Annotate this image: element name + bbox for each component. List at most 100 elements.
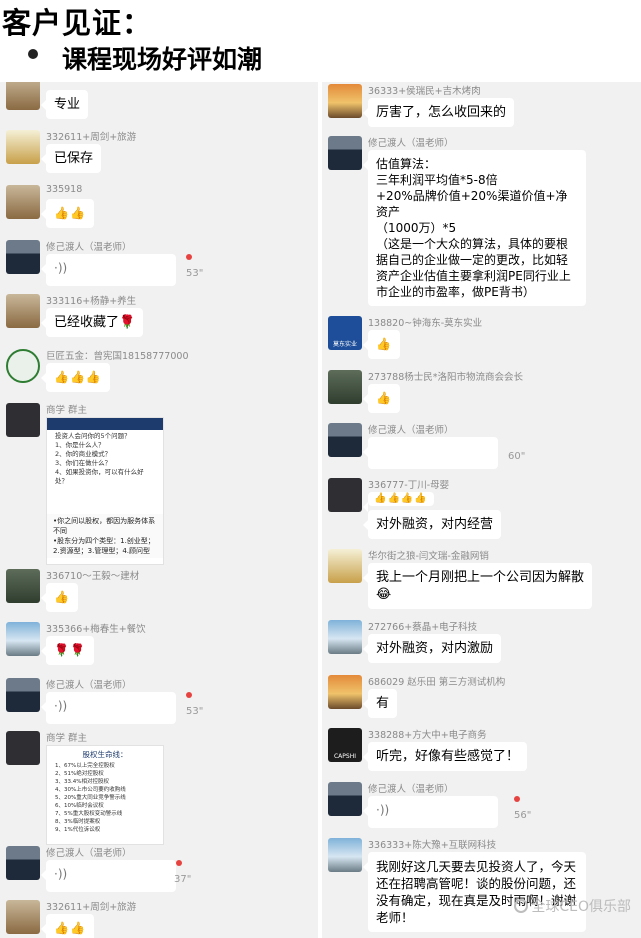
avatar[interactable]: [6, 846, 40, 880]
sender-name: 修己渡人（温老师）: [46, 242, 132, 253]
wechat-icon: [514, 899, 529, 913]
voice-message[interactable]: ·)): [363, 796, 498, 828]
sender-name: 修己渡人（温老师）: [368, 425, 454, 436]
message-bubble[interactable]: 🌹🌹: [41, 636, 94, 665]
chat-message: 修己渡人（温老师） 估值算法： 三年利润平均值*5-8倍 +20%品牌价值+20…: [328, 136, 637, 306]
message-bubble[interactable]: 对外融资，对内激励: [362, 634, 502, 663]
message-bubble[interactable]: 👍👍: [41, 199, 94, 228]
sender-name: 36333+侯瑞民+吉木烤肉: [368, 86, 481, 97]
voice-duration: 60": [508, 451, 526, 462]
avatar[interactable]: [6, 294, 40, 328]
message-bubble[interactable]: 👍: [363, 330, 400, 359]
sender-name: 338288+方大中+电子商务: [368, 730, 487, 741]
avatar[interactable]: [6, 82, 40, 110]
chat-message: 修己渡人（温老师） ·)) 53": [6, 678, 314, 734]
voice-message[interactable]: [363, 437, 498, 469]
message-bubble[interactable]: 👍👍: [41, 914, 94, 938]
voice-message[interactable]: ·)): [41, 254, 176, 286]
avatar[interactable]: [328, 423, 362, 457]
message-bubble[interactable]: 我上一个月刚把上一个公司因为解散 😂: [362, 563, 593, 609]
message-bubble[interactable]: 有: [362, 689, 398, 718]
chat-message: 332611+周剑+旅游 已保存: [6, 130, 314, 174]
sender-name: 336333+陈大豫+互联网科技: [368, 840, 497, 851]
image-message[interactable]: 股权生命线： 1、67%以上完全控股权 2、51%绝对控股权 3、33.4%相对…: [46, 745, 164, 845]
unread-dot: [186, 692, 192, 698]
slide-strip-text: •你之间以股权，都因为服务体系不同 •股东分为四个类型：1.创业型；2.资源型；…: [47, 514, 163, 558]
voice-duration: 56": [514, 810, 532, 821]
image-message[interactable]: 投资人会问你的5个问题？ 1、你是什么人？ 2、你的商业模式？ 3、你们在做什么…: [46, 417, 164, 565]
avatar[interactable]: [6, 622, 40, 656]
chat-message: 36333+侯瑞民+吉木烤肉 厉害了，怎么收回来的: [328, 84, 637, 130]
avatar[interactable]: [328, 370, 362, 404]
sender-name: 138820~钟海东-莫东实业: [368, 318, 483, 329]
bullet-icon: [28, 49, 38, 59]
avatar[interactable]: [6, 130, 40, 164]
voice-duration: 53": [186, 706, 204, 717]
unread-dot: [514, 796, 520, 802]
avatar[interactable]: [6, 678, 40, 712]
avatar[interactable]: [328, 838, 362, 872]
avatar[interactable]: [6, 731, 40, 765]
avatar[interactable]: [6, 349, 40, 383]
message-bubble[interactable]: 听完，好像有些感觉了！: [362, 742, 528, 771]
chat-message: 修己渡人（温老师） ·)) 53": [6, 240, 314, 296]
chat-message: 莫东实业 138820~钟海东-莫东实业 👍: [328, 316, 637, 360]
avatar[interactable]: [328, 549, 362, 583]
unread-dot: [176, 860, 182, 866]
avatar-logo-text: 莫东实业: [332, 341, 357, 348]
avatar[interactable]: 莫东实业: [328, 316, 362, 350]
chat-message: 335918 👍👍: [6, 184, 314, 229]
chat-message: CAPSHI 338288+方大中+电子商务 听完，好像有些感觉了！: [328, 728, 637, 772]
sender-name: 272766+蔡晶+电子科技: [368, 622, 478, 633]
sender-name: 巨匠五金：曾宪国18158777000: [46, 351, 189, 362]
chat-message: 273788杨士民*洛阳市物流商会会长 👍: [328, 370, 637, 414]
message-bubble[interactable]: 我刚好这几天要去见投资人了，今天还在招聘高管呢！谈的股份问题，还没有确定，现在真…: [363, 852, 586, 932]
avatar[interactable]: [6, 900, 40, 934]
chat-message: 修己渡人（温老师） ·)) 37": [6, 846, 314, 902]
message-bubble[interactable]: 👍: [41, 583, 78, 612]
chat-message: 336710～王毅～建材 👍: [6, 569, 314, 613]
avatar[interactable]: [328, 782, 362, 816]
avatar[interactable]: [328, 84, 362, 118]
sender-name: 华尔街之狼-闫文瑞-金融网销: [368, 551, 489, 562]
chat-screenshot-right: 36333+侯瑞民+吉木烤肉 厉害了，怎么收回来的 修己渡人（温老师） 估值算法…: [322, 82, 641, 938]
voice-message[interactable]: ·)): [41, 692, 176, 724]
message-bubble[interactable]: 👍👍👍: [41, 363, 110, 392]
sender-name: 335366+梅春生+餐饮: [46, 624, 146, 635]
voice-message[interactable]: ·)): [41, 860, 176, 892]
voice-duration: 53": [186, 268, 204, 279]
unread-dot: [186, 254, 192, 260]
sender-name: 修己渡人（温老师）: [368, 784, 454, 795]
watermark: 全球CEO俱乐部: [514, 896, 631, 916]
message-bubble[interactable]: 已经收藏了🌹: [40, 308, 144, 337]
slide-title: 股权生命线：: [82, 750, 128, 759]
sender-name: 686029 赵乐田 第三方测试机构: [368, 677, 506, 688]
sender-name: 336710～王毅～建材: [46, 571, 140, 582]
chat-message: 商学 群主 投资人会问你的5个问题？ 1、你是什么人？ 2、你的商业模式？ 3、…: [6, 403, 314, 565]
message-bubble[interactable]: 专业: [40, 90, 89, 119]
avatar[interactable]: [328, 136, 362, 170]
message-bubble[interactable]: 厉害了，怎么收回来的: [362, 98, 515, 127]
avatar-logo-text: CAPSHI: [333, 753, 356, 760]
slide-header-band: [47, 418, 163, 430]
chat-message: 修己渡人（温老师） ·)) 56": [328, 782, 637, 838]
chat-message: 272766+蔡晶+电子科技 对外融资，对内激励: [328, 620, 637, 664]
avatar[interactable]: [6, 569, 40, 603]
avatar[interactable]: [6, 240, 40, 274]
avatar[interactable]: [6, 185, 40, 219]
avatar[interactable]: [6, 403, 40, 437]
page-subtitle: 课程现场好评如潮: [62, 45, 263, 74]
slide-text: 1、67%以上完全控股权 2、51%绝对控股权 3、33.4%相对控股权 4、3…: [55, 763, 126, 833]
sender-name: 336777-丁川-母婴: [368, 480, 450, 491]
sender-name: 332611+周剑+旅游: [46, 132, 137, 143]
avatar[interactable]: [328, 675, 362, 709]
avatar[interactable]: [328, 620, 362, 654]
avatar[interactable]: CAPSHI: [328, 728, 362, 762]
message-bubble[interactable]: 估值算法： 三年利润平均值*5-8倍 +20%品牌价值+20%渠道价值+净资产 …: [363, 150, 586, 306]
page-title: 客户见证：: [2, 6, 153, 40]
message-bubble[interactable]: 👍: [363, 384, 400, 413]
chat-screenshot-left: 专业 332611+周剑+旅游 已保存 335918 👍👍 修己渡人（温老师） …: [0, 82, 318, 938]
message-bubble[interactable]: 已保存: [40, 144, 102, 173]
message-bubble[interactable]: 对外融资，对内经营: [362, 510, 502, 539]
chat-message: 专业: [6, 82, 314, 120]
